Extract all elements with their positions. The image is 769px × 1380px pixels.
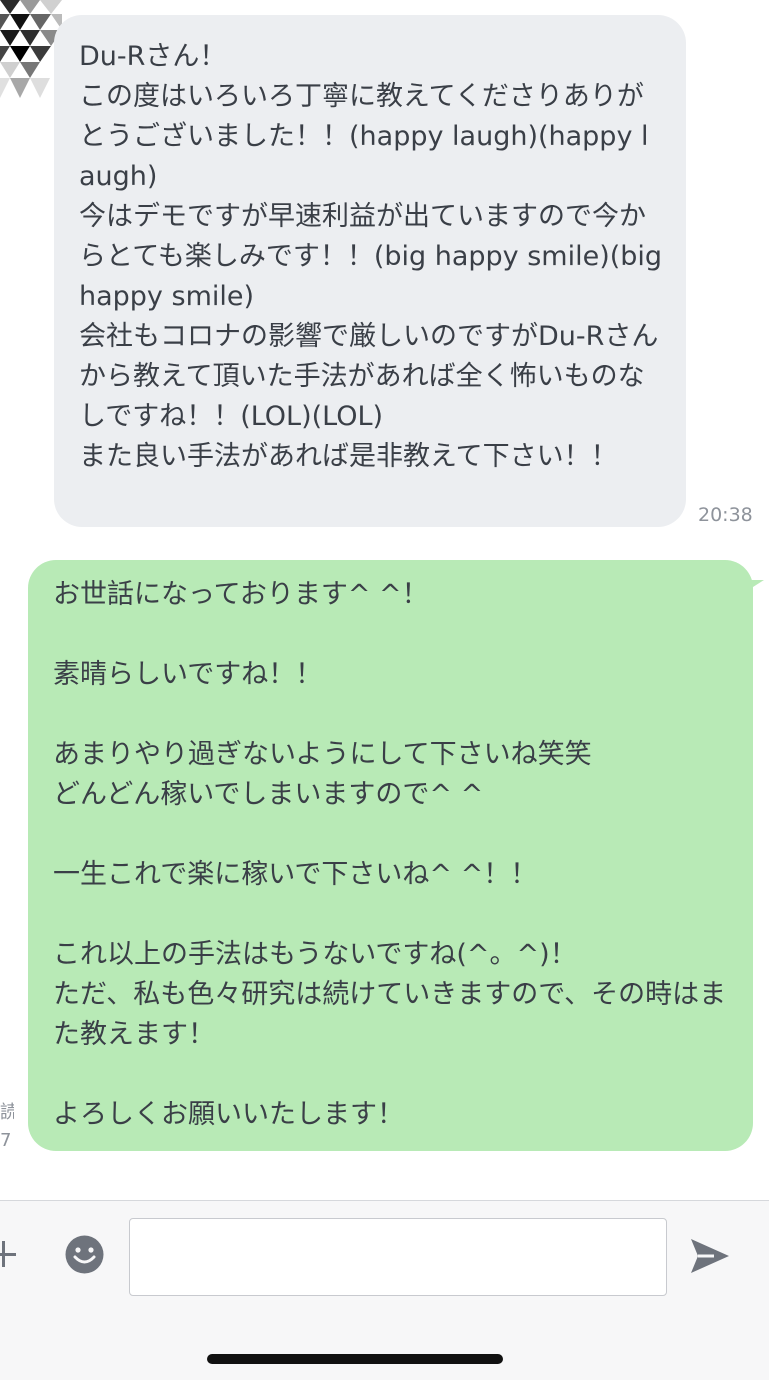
outgoing-message-bubble[interactable]: お世話になっております^ ^！ 素晴らしいですね！！ あまりやり過ぎないようにし… [28,560,753,1151]
message-input[interactable] [129,1218,667,1296]
message-input-bar [0,1200,769,1380]
send-icon[interactable] [690,1238,730,1274]
plus-icon[interactable] [0,1241,16,1267]
chat-area[interactable]: Du-Rさん！ この度はいろいろ丁寧に教えてくださりありがとうございました！！(… [0,0,769,1200]
home-indicator [207,1354,503,1364]
incoming-message-time: 20:38 [698,504,753,526]
outgoing-bubble-tail [742,580,764,594]
incoming-message-bubble[interactable]: Du-Rさん！ この度はいろいろ丁寧に教えてくださりありがとうございました！！(… [54,15,686,527]
sender-avatar[interactable] [0,0,62,98]
avatar-pattern [0,0,62,98]
read-status: 読 7 [0,1102,14,1151]
emoji-icon[interactable] [65,1235,104,1274]
